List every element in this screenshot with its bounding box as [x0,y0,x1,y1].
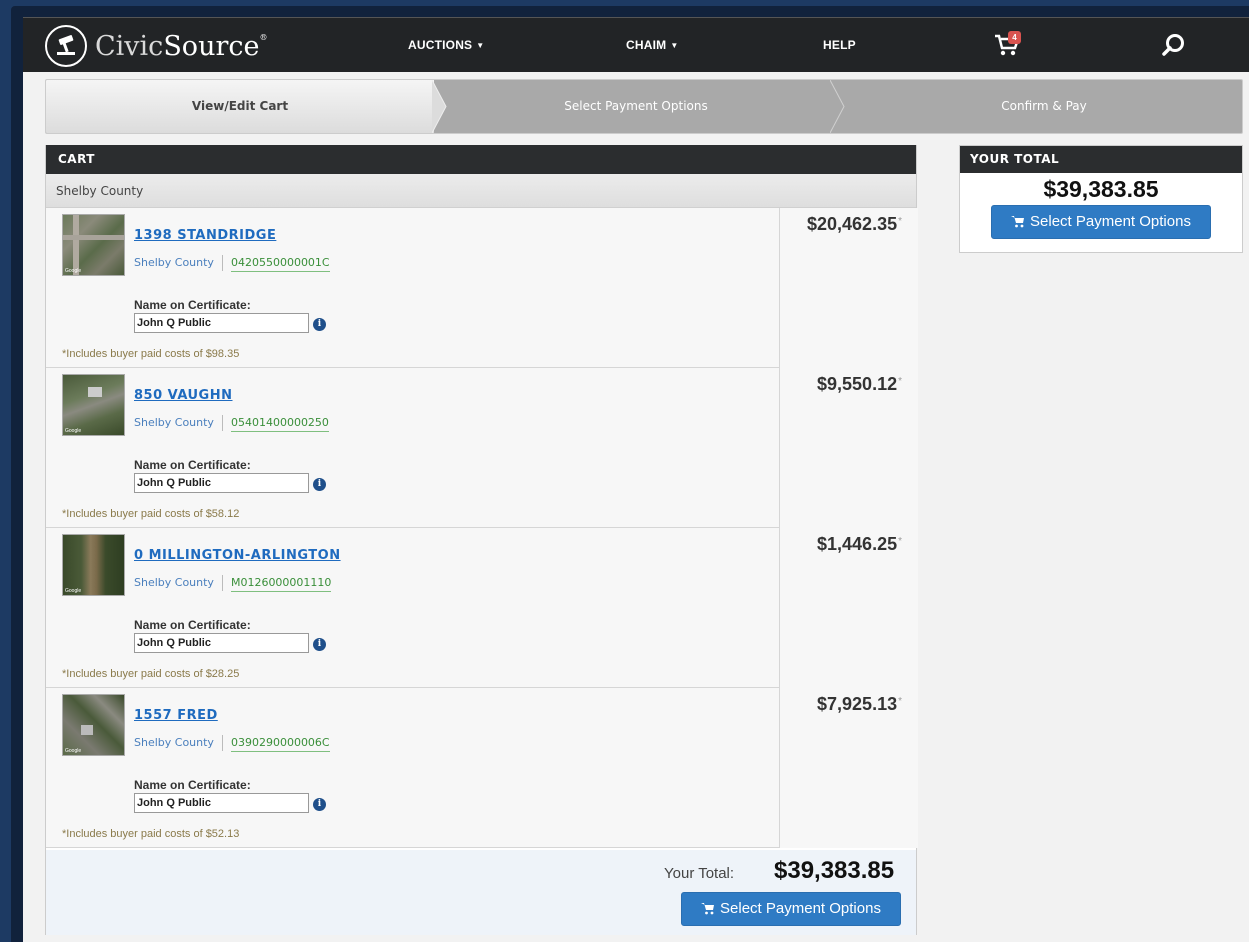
property-county: Shelby County [134,576,214,589]
checkout-steps: View/Edit Cart Select Payment Options Co… [45,79,1243,134]
property-map-thumbnail[interactable]: Google [62,214,125,276]
property-address-link[interactable]: 0 MILLINGTON-ARLINGTON [134,548,341,563]
your-total-heading: YOUR TOTAL [960,146,1242,173]
buyer-costs-note: *Includes buyer paid costs of $58.12 [62,508,240,520]
nav-help[interactable]: HELP [823,18,856,73]
item-price: $1,446.25* [817,534,902,554]
step-view-edit-cart[interactable]: View/Edit Cart [46,80,434,133]
divider [221,575,223,591]
button-label: Select Payment Options [1030,213,1191,230]
cart-item: Google 850 VAUGHN Shelby County 05401400… [46,368,918,528]
cart-item: Google 1557 FRED Shelby County 039029000… [46,688,918,848]
property-county: Shelby County [134,736,214,749]
chevron-down-icon: ▼ [670,41,679,50]
chevron-down-icon: ▼ [476,41,485,50]
certificate-name-label: Name on Certificate: [134,458,251,472]
top-navbar: CivicSource® AUCTIONS ▼ CHAIM ▼ HELP 4 [23,17,1249,72]
total-value: $39,383.85 [774,857,895,884]
parcel-number-link[interactable]: 0390290000006C [230,736,330,752]
buyer-costs-note: *Includes buyer paid costs of $98.35 [62,348,240,360]
info-icon[interactable]: i [313,478,326,491]
divider [221,735,223,751]
your-total-panel: YOUR TOTAL $39,383.85 Select Payment Opt… [959,145,1243,253]
button-label: Select Payment Options [720,900,881,917]
certificate-name-input[interactable] [134,633,309,653]
parcel-number-link[interactable]: 05401400000250 [230,416,329,432]
property-map-thumbnail[interactable]: Google [62,374,125,436]
info-icon[interactable]: i [313,638,326,651]
item-price: $7,925.13* [817,694,902,714]
cart-item: Google 0 MILLINGTON-ARLINGTON Shelby Cou… [46,528,918,688]
select-payment-options-button[interactable]: Select Payment Options [991,205,1211,239]
logo-wordmark: CivicSource® [95,30,268,62]
property-address-link[interactable]: 1398 STANDRIDGE [134,228,276,243]
certificate-name-label: Name on Certificate: [134,618,251,632]
step-select-payment[interactable]: Select Payment Options [451,80,821,133]
select-payment-options-button[interactable]: Select Payment Options [681,892,901,926]
nav-user-menu[interactable]: CHAIM ▼ [626,18,678,73]
nav-user-label: CHAIM [626,38,667,52]
step-arrow [432,80,447,133]
property-county: Shelby County [134,256,214,269]
cart-item: Google 1398 STANDRIDGE Shelby County 042… [46,208,918,368]
cart-icon [701,902,715,914]
certificate-name-label: Name on Certificate: [134,778,251,792]
divider [221,255,223,271]
buyer-costs-note: *Includes buyer paid costs of $52.13 [62,828,240,840]
cart-heading: CART [46,145,916,174]
certificate-name-input[interactable] [134,793,309,813]
info-icon[interactable]: i [313,798,326,811]
nav-auctions-label: AUCTIONS [408,38,473,52]
property-address-link[interactable]: 850 VAUGHN [134,388,233,403]
property-address-link[interactable]: 1557 FRED [134,708,218,723]
info-icon[interactable]: i [313,318,326,331]
certificate-name-input[interactable] [134,313,309,333]
parcel-number-link[interactable]: M0126000001110 [230,576,332,592]
cart-total-row: Your Total: $39,383.85 Select Payment Op… [46,850,916,935]
total-label: Your Total: [664,865,735,882]
item-price: $9,550.12* [817,374,902,394]
your-total-amount: $39,383.85 [1043,176,1159,202]
parcel-number-link[interactable]: 0420550000001C [230,256,330,272]
property-county: Shelby County [134,416,214,429]
cart-county-group: Shelby County [46,174,916,208]
gavel-logo-icon [45,25,87,67]
property-map-thumbnail[interactable]: Google [62,694,125,756]
certificate-name-input[interactable] [134,473,309,493]
cart-count-badge: 4 [1008,31,1021,44]
cart-panel: CART Shelby County Google 1398 STANDRIDG… [45,145,918,935]
nav-auctions-menu[interactable]: AUCTIONS ▼ [408,18,484,73]
item-price: $20,462.35* [807,214,902,234]
search-icon[interactable] [1161,32,1187,58]
property-map-thumbnail[interactable]: Google [62,534,125,596]
step-confirm-pay[interactable]: Confirm & Pay [846,80,1242,133]
cart-icon [1011,215,1025,227]
page: CivicSource® AUCTIONS ▼ CHAIM ▼ HELP 4 Vie… [23,17,1249,942]
divider [221,415,223,431]
certificate-name-label: Name on Certificate: [134,298,251,312]
civicsource-logo[interactable]: CivicSource® [45,24,267,68]
buyer-costs-note: *Includes buyer paid costs of $28.25 [62,668,240,680]
